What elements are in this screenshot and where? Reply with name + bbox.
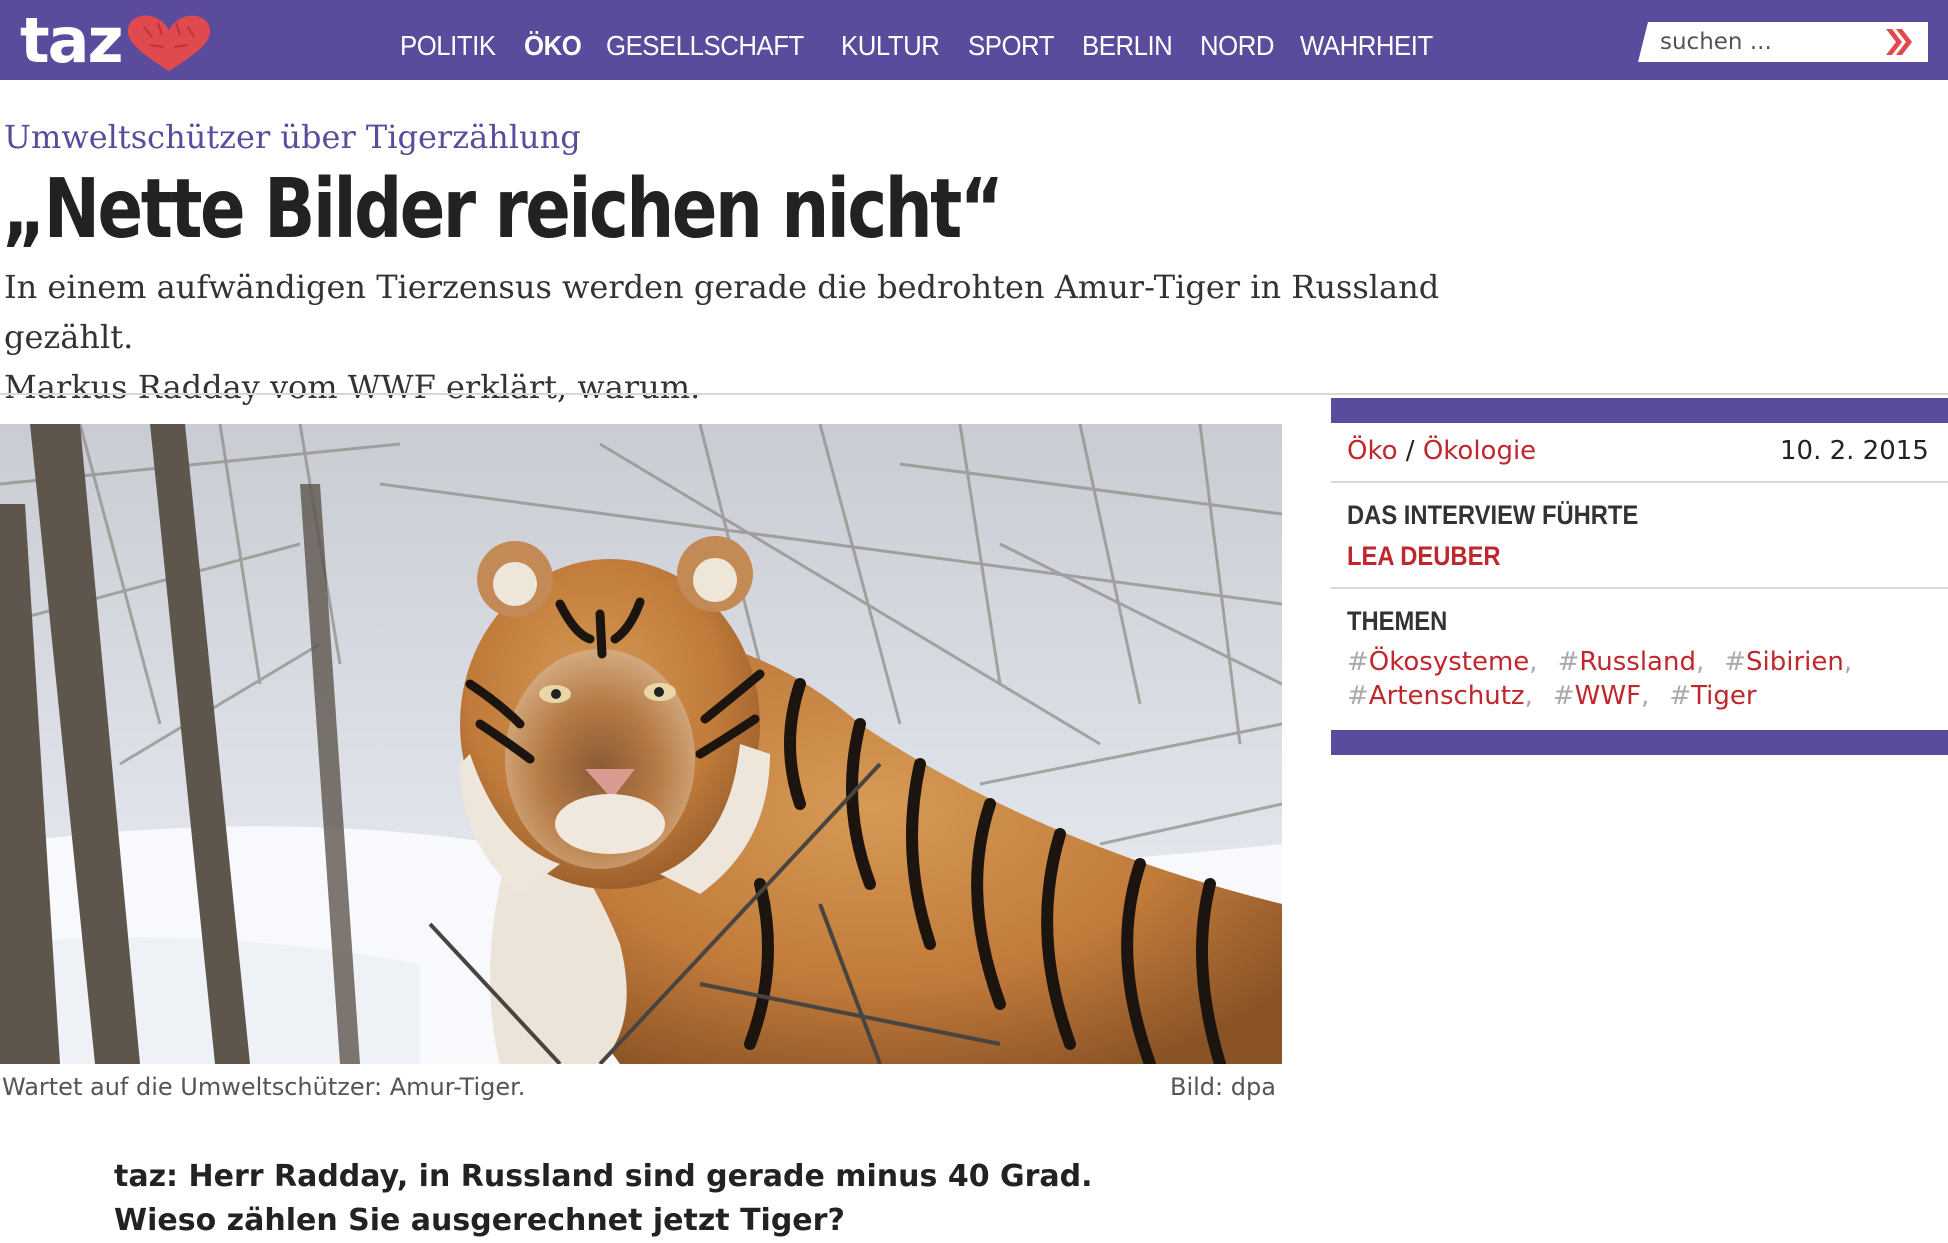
topics-heading: THEMEN [1347, 606, 1448, 636]
nav-item-oeko[interactable]: ÖKO [524, 30, 582, 62]
search-box [1638, 22, 1928, 62]
tag-label: Russland [1579, 647, 1696, 677]
hash-symbol: # [1724, 647, 1747, 677]
question-line: Wieso zählen Sie ausgerechnet jetzt Tige… [114, 1203, 845, 1238]
logo-text: taz [20, 4, 124, 77]
photo-caption: Wartet auf die Umweltschützer: Amur-Tige… [2, 1073, 526, 1101]
article-photo[interactable] [0, 424, 1282, 1064]
article-kicker: Umweltschützer über Tigerzählung [4, 118, 581, 156]
nav-item-wahrheit[interactable]: WAHRHEIT [1300, 30, 1433, 62]
search-input[interactable] [1660, 26, 1880, 58]
category-link[interactable]: Öko [1347, 436, 1398, 466]
article-date: 10. 2. 2015 [1780, 436, 1929, 466]
sidebar-divider [1331, 481, 1948, 483]
top-navigation-bar: taz POLITIK ÖKO GESELLSCHAFT KULTUR SPOR… [0, 0, 1948, 80]
question-line: taz: Herr Radday, in Russland sind gerad… [114, 1159, 1093, 1194]
tag-tiger[interactable]: #Tiger [1669, 681, 1756, 711]
subcategory-link[interactable]: Ökologie [1423, 436, 1536, 466]
hash-symbol: # [1557, 647, 1580, 677]
tag-label: Tiger [1691, 681, 1757, 711]
article-lead: In einem aufwändigen Tierzensus werden g… [4, 262, 1564, 412]
hash-symbol: # [1669, 681, 1692, 711]
hash-symbol: # [1347, 681, 1369, 711]
nav-item-berlin[interactable]: BERLIN [1082, 30, 1173, 62]
tag-russland[interactable]: #Russland, [1558, 647, 1725, 677]
article-headline: „Nette Bilder reichen nicht“ [2, 162, 1004, 257]
taz-logo[interactable]: taz [20, 8, 214, 74]
nav-item-politik[interactable]: POLITIK [400, 30, 496, 62]
interview-question: taz: Herr Radday, in Russland sind gerad… [114, 1155, 1214, 1243]
tag-label: Sibirien [1746, 647, 1844, 677]
hash-symbol: # [1552, 681, 1575, 711]
tag-oekosysteme[interactable]: #Ökosysteme, [1347, 647, 1558, 677]
lead-line: Markus Radday vom WWF erklärt, warum. [4, 368, 701, 406]
author-link[interactable]: LEA DEUBER [1347, 541, 1501, 572]
tag-label: WWF [1574, 681, 1642, 711]
topic-tags: #Ökosysteme, #Russland, #Sibirien, #Artensc… [1347, 645, 1937, 713]
interview-heading: DAS INTERVIEW FÜHRTE [1347, 500, 1639, 530]
category-breadcrumb: Öko / Ökologie [1347, 436, 1536, 466]
tiger-photo-illustration [0, 424, 1282, 1064]
double-chevron-right-icon [1886, 29, 1912, 55]
heart-logo-icon [127, 15, 210, 71]
nav-item-kultur[interactable]: KULTUR [841, 30, 940, 62]
sidebar-top-bar [1331, 398, 1948, 423]
main-navigation: POLITIK ÖKO GESELLSCHAFT KULTUR SPORT BE… [400, 30, 1444, 62]
sidebar-bottom-bar [1331, 730, 1948, 755]
breadcrumb-separator: / [1405, 436, 1415, 466]
nav-item-nord[interactable]: NORD [1200, 30, 1274, 62]
section-divider [0, 393, 1948, 395]
search-submit-button[interactable] [1882, 26, 1916, 58]
tag-label: Artenschutz [1368, 681, 1525, 711]
sidebar-divider [1331, 587, 1948, 589]
tag-wwf[interactable]: #WWF, [1553, 681, 1669, 711]
nav-item-sport[interactable]: SPORT [968, 30, 1054, 62]
tag-label: Ökosysteme [1368, 647, 1530, 677]
lead-line: In einem aufwändigen Tierzensus werden g… [4, 268, 1440, 356]
tag-artenschutz[interactable]: #Artenschutz, [1347, 681, 1553, 711]
tag-sibirien[interactable]: #Sibirien, [1724, 647, 1872, 677]
hash-symbol: # [1347, 647, 1369, 677]
nav-item-gesellschaft[interactable]: GESELLSCHAFT [606, 30, 804, 62]
photo-credit: Bild: dpa [1170, 1073, 1276, 1101]
